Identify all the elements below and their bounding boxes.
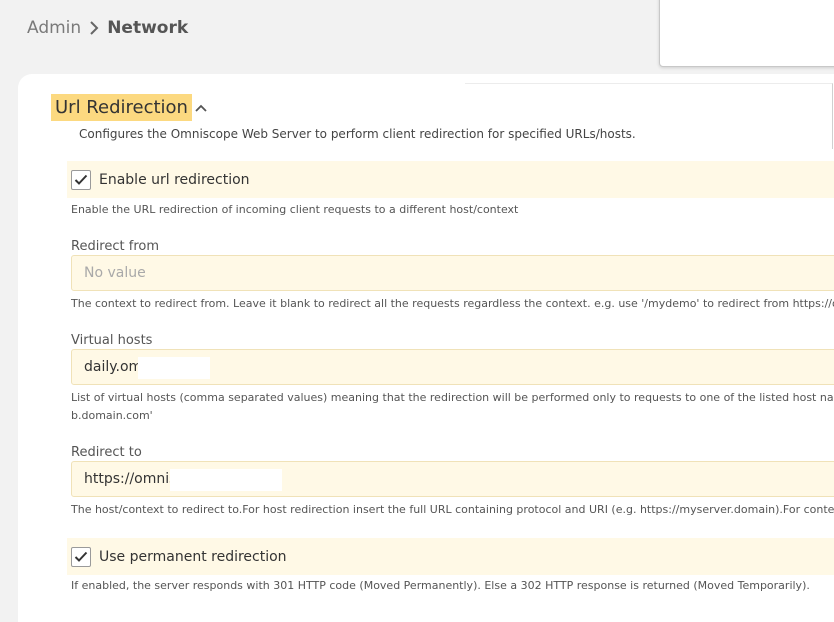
chevron-up-icon[interactable] [195, 94, 209, 121]
virtual-hosts-help: List of virtual hosts (comma separated v… [71, 391, 834, 404]
permanent-redirection-help: If enabled, the server responds with 301… [71, 579, 810, 592]
section-header[interactable]: Url Redirection [51, 94, 209, 121]
virtual-hosts-help-continued: b.domain.com' [71, 409, 153, 422]
redirect-to-help: The host/context to redirect to.For host… [71, 503, 834, 516]
permanent-redirection-row[interactable]: Use permanent redirection [67, 538, 834, 575]
permanent-redirection-label: Use permanent redirection [99, 548, 287, 565]
redacted-mask [170, 469, 282, 491]
redirect-from-label: Redirect from [71, 239, 159, 254]
redirect-to-label: Redirect to [71, 445, 142, 460]
popup-dialog [659, 0, 834, 67]
enable-redirection-help: Enable the URL redirection of incoming c… [71, 203, 519, 216]
redacted-mask [138, 357, 210, 379]
admin-network-page: Admin Network Url Redirection Configures… [0, 0, 834, 622]
checkmark-icon [74, 174, 88, 185]
breadcrumb: Admin Network [27, 17, 188, 39]
enable-redirection-row[interactable]: Enable url redirection [67, 161, 834, 198]
section-description: Configures the Omniscope Web Server to p… [79, 127, 636, 141]
breadcrumb-current: Network [107, 18, 189, 38]
section-title: Url Redirection [51, 94, 192, 121]
virtual-hosts-label: Virtual hosts [71, 333, 153, 348]
checkmark-icon [74, 551, 88, 562]
permanent-redirection-checkbox[interactable] [71, 546, 91, 567]
enable-redirection-label: Enable url redirection [99, 171, 250, 188]
redirect-from-input[interactable] [71, 255, 834, 291]
enable-redirection-checkbox[interactable] [71, 169, 91, 190]
redirect-from-help: The context to redirect from. Leave it b… [71, 297, 834, 310]
chevron-right-icon [81, 17, 107, 39]
breadcrumb-admin-link[interactable]: Admin [27, 17, 81, 39]
